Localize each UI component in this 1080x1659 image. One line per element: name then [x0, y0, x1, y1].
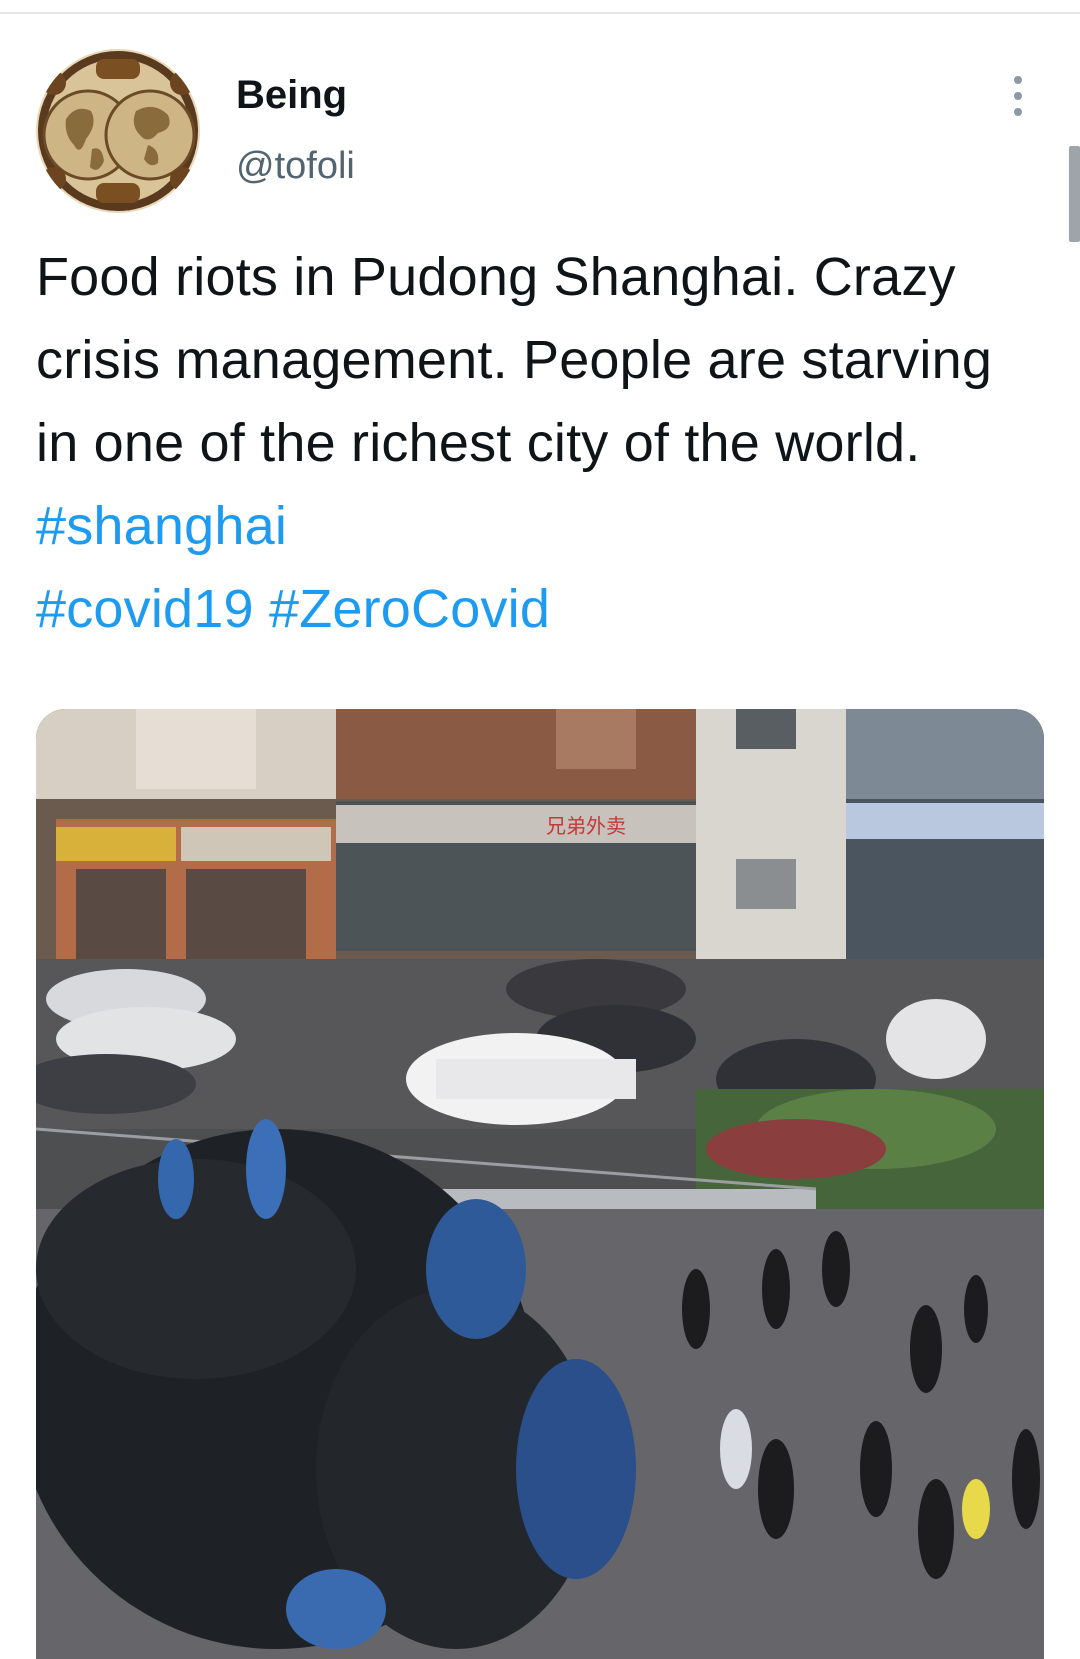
- tweet-text: Food riots in Pudong Shanghai. Crazy cri…: [36, 236, 1046, 651]
- hashtag-link[interactable]: #ZeroCovid: [269, 579, 550, 639]
- video-thumbnail: 兄弟外卖: [36, 709, 1044, 1659]
- scrollbar-thumb[interactable]: [1069, 146, 1080, 242]
- avatar[interactable]: [36, 49, 200, 213]
- display-name[interactable]: Being: [236, 72, 355, 118]
- hashtag-link[interactable]: #covid19: [36, 579, 254, 639]
- hashtag-link[interactable]: #shanghai: [36, 496, 287, 556]
- avatar-image: [36, 49, 200, 213]
- storefront-sign: 兄弟外卖: [546, 814, 626, 838]
- author-info[interactable]: Being @tofoli: [236, 72, 355, 188]
- tweet-media[interactable]: 兄弟外卖: [36, 709, 1044, 1659]
- tweet-body-text: Food riots in Pudong Shanghai. Crazy cri…: [36, 247, 993, 473]
- more-options-button[interactable]: [998, 76, 1038, 126]
- user-handle[interactable]: @tofoli: [236, 144, 355, 188]
- tweet: Being @tofoli Food riots in Pudong Shang…: [0, 0, 1080, 1659]
